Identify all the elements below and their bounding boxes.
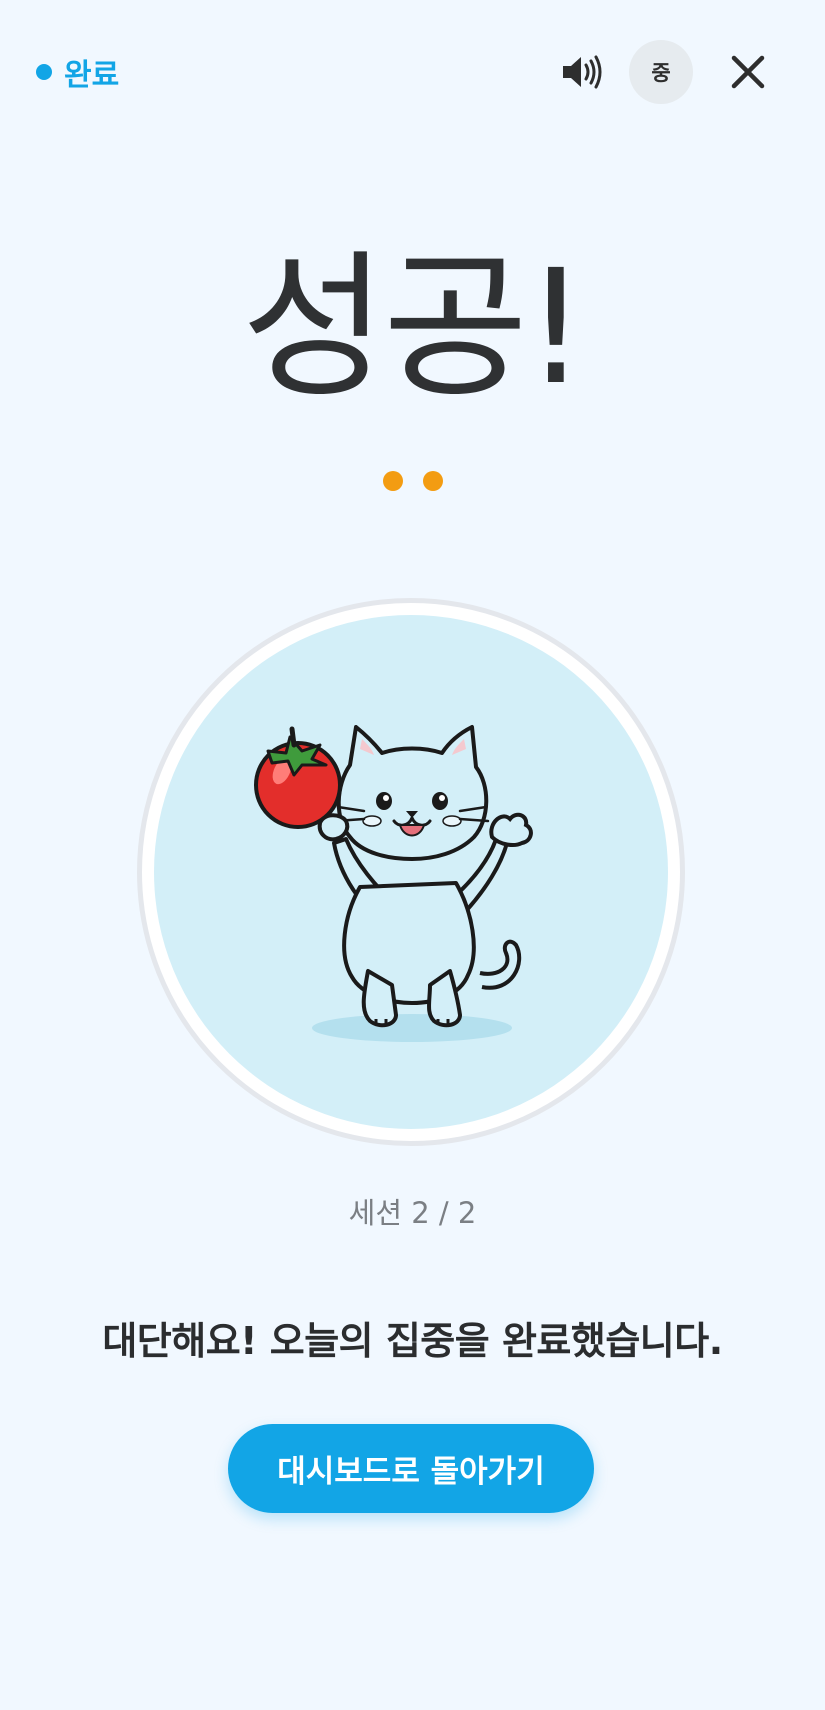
status-indicator: 완료: [36, 50, 119, 94]
illustration-frame: [137, 598, 685, 1146]
success-title: 성공!: [241, 236, 587, 420]
cat-mascot-illustration: [254, 725, 533, 1042]
status-label: 완료: [64, 58, 120, 93]
back-to-dashboard-button[interactable]: 대시보드로 돌아가기: [228, 1424, 594, 1513]
completion-message: 대단해요! 오늘의 집중을 완료했습니다.: [102, 1319, 723, 1363]
progress-dot: [422, 471, 443, 491]
close-icon: [731, 55, 765, 89]
sound-toggle-button[interactable]: [558, 46, 606, 98]
difficulty-level-button[interactable]: 중: [629, 40, 693, 104]
illustration-circle: [154, 615, 668, 1129]
speaker-icon: [563, 55, 602, 89]
close-button[interactable]: [726, 50, 770, 94]
session-counter: 세션 2 / 2: [348, 1196, 477, 1230]
session-complete-screen: 완료 중 성공! 세션 2 / 2 대단해요! 오늘의 집중을 완료했습니다. …: [0, 0, 825, 1710]
progress-dot: [382, 471, 403, 491]
progress-dots: [0, 471, 825, 491]
status-dot: [36, 64, 52, 80]
